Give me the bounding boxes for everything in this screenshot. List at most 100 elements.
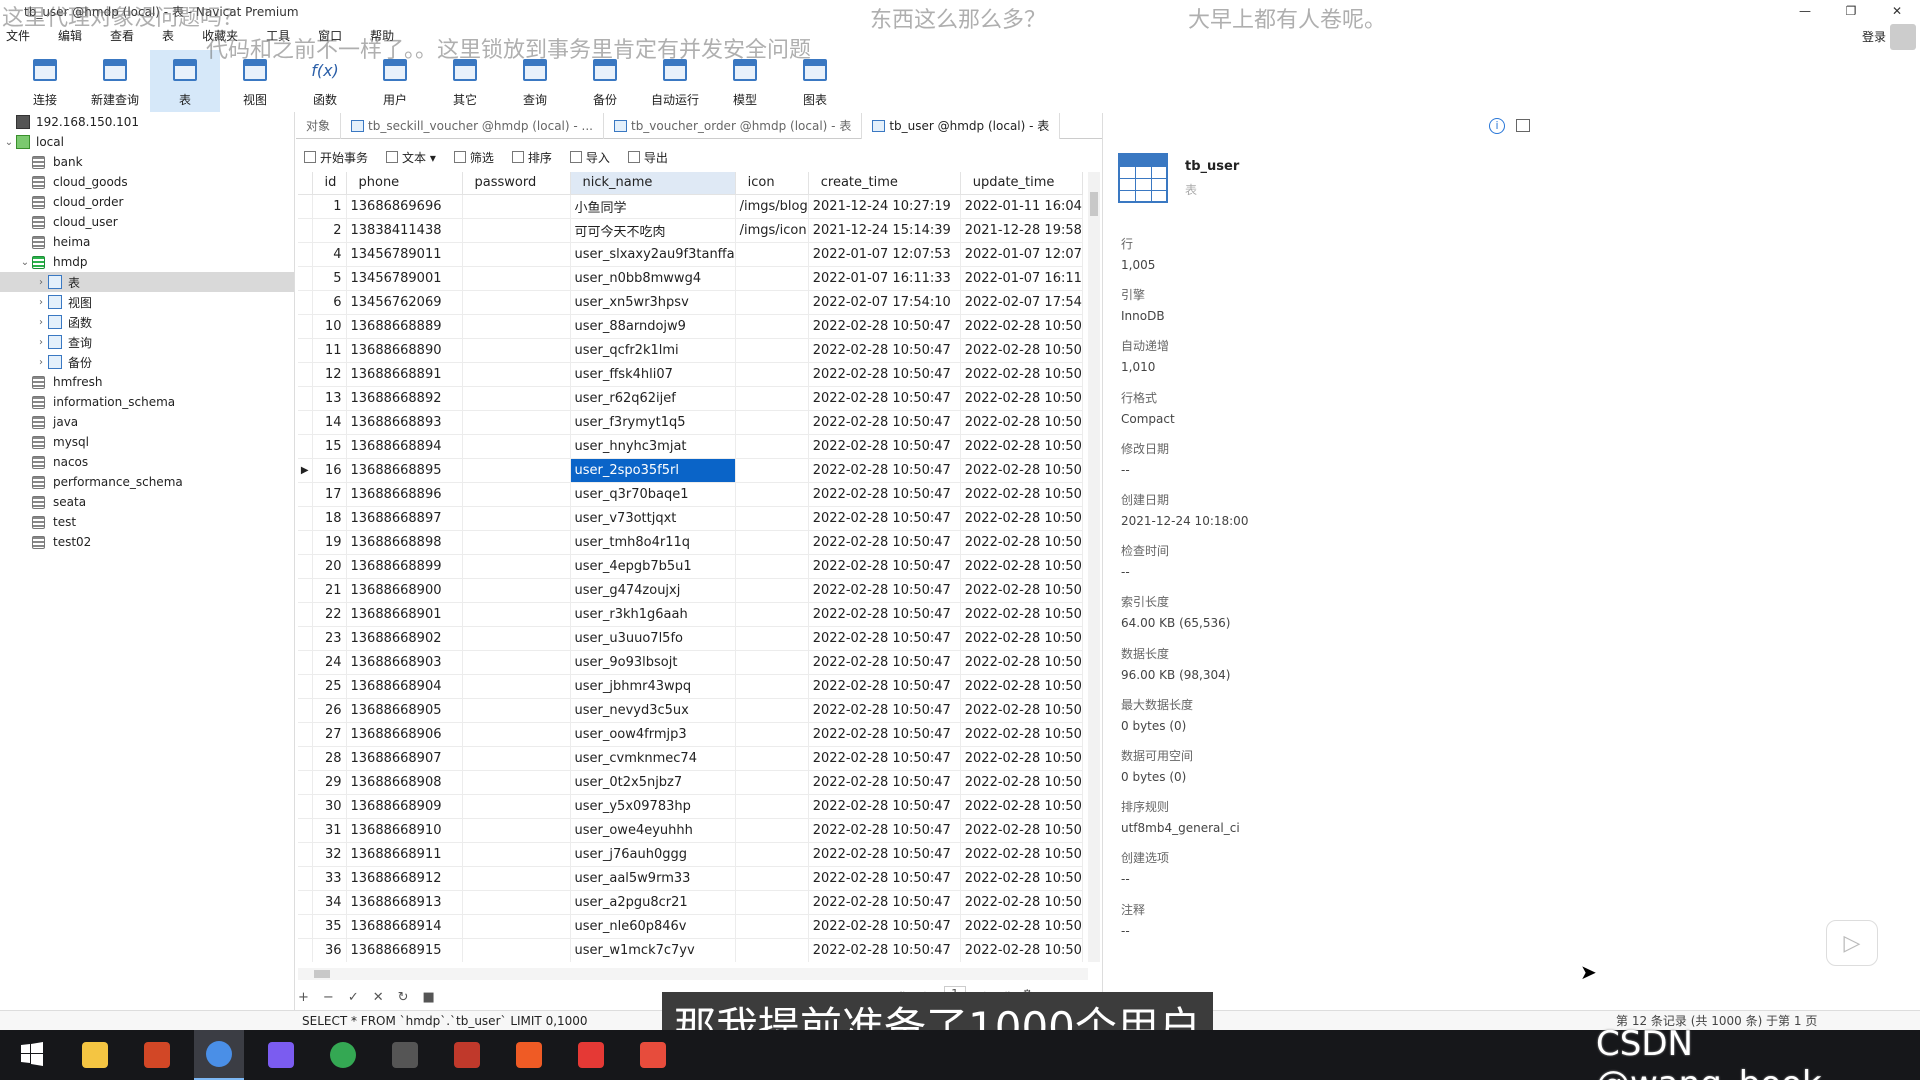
cell-nick_name[interactable]: user_n0bb8mwwg4 xyxy=(570,266,736,291)
table-row[interactable]: 6 13456762069 user_xn5wr3hpsv 2022-02-07 17… xyxy=(298,290,1083,315)
cell-update_time[interactable]: 2022-02-28 10:50 xyxy=(960,722,1083,747)
cell-id[interactable]: 36 xyxy=(312,938,347,962)
cell-create_time[interactable]: 2022-02-28 10:50:47 xyxy=(808,674,961,699)
cell-create_time[interactable]: 2022-01-07 12:07:53 xyxy=(808,242,961,267)
cell-icon[interactable] xyxy=(735,650,809,675)
cell-password[interactable] xyxy=(462,866,571,891)
table-row[interactable]: 4 13456789011 user_slxaxy2au9f3tanffa 2022-… xyxy=(298,242,1083,267)
cell-phone[interactable]: 13688668899 xyxy=(346,554,463,579)
table-row[interactable]: 35 13688668914 user_nle60p846v 2022-02-28 1… xyxy=(298,914,1083,939)
cell-password[interactable] xyxy=(462,482,571,507)
cell-create_time[interactable]: 2022-02-28 10:50:47 xyxy=(808,890,961,915)
toolbar-button-new-query[interactable]: 新建查询 xyxy=(80,50,150,112)
cell-nick_name[interactable]: user_9o93lbsojt xyxy=(570,650,736,675)
table-row[interactable]: 22 13688668901 user_r3kh1g6aah 2022-02-28 1… xyxy=(298,602,1083,627)
cell-icon[interactable] xyxy=(735,602,809,627)
cell-update_time[interactable]: 2022-02-28 10:50 xyxy=(960,674,1083,699)
cell-phone[interactable]: 13688668906 xyxy=(346,722,463,747)
tree-item-database[interactable]: nacos xyxy=(0,452,294,472)
table-row[interactable]: 1 13686869696 小鱼同学/imgs/blog 2021-12-24 10:… xyxy=(298,194,1083,219)
tree-item-database[interactable]: bank xyxy=(0,152,294,172)
cell-icon[interactable] xyxy=(735,818,809,843)
ddl-icon[interactable] xyxy=(1516,119,1530,132)
cell-id[interactable]: 19 xyxy=(312,530,347,555)
cell-id[interactable]: 22 xyxy=(312,602,347,627)
cell-update_time[interactable]: 2022-02-28 10:50 xyxy=(960,890,1083,915)
taskbar-chrome[interactable] xyxy=(318,1030,368,1080)
cell-icon[interactable] xyxy=(735,914,809,939)
cell-password[interactable] xyxy=(462,194,571,219)
cell-icon[interactable] xyxy=(735,554,809,579)
cell-id[interactable]: 26 xyxy=(312,698,347,723)
table-row[interactable]: 18 13688668897 user_v73ottjqxt 2022-02-28 1… xyxy=(298,506,1083,531)
vertical-scroll-thumb[interactable] xyxy=(1090,192,1098,216)
cell-create_time[interactable]: 2022-02-28 10:50:47 xyxy=(808,842,961,867)
cell-nick_name[interactable]: user_hnyhc3mjat xyxy=(570,434,736,459)
cell-icon[interactable] xyxy=(735,746,809,771)
cell-create_time[interactable]: 2022-02-28 10:50:47 xyxy=(808,434,961,459)
cell-password[interactable] xyxy=(462,650,571,675)
cell-create_time[interactable]: 2022-02-28 10:50:47 xyxy=(808,386,961,411)
cell-phone[interactable]: 13688668903 xyxy=(346,650,463,675)
column-header-id[interactable]: id xyxy=(312,172,347,195)
cell-nick_name[interactable]: user_slxaxy2au9f3tanffa xyxy=(570,242,736,267)
cell-phone[interactable]: 13688668912 xyxy=(346,866,463,891)
cell-password[interactable] xyxy=(462,290,571,315)
tree-item-database[interactable]: java xyxy=(0,412,294,432)
taskbar-redis-desktop[interactable] xyxy=(442,1030,492,1080)
cell-nick_name[interactable]: user_88arndojw9 xyxy=(570,314,736,339)
cell-nick_name[interactable]: user_f3rymyt1q5 xyxy=(570,410,736,435)
column-header-password[interactable]: password xyxy=(462,172,571,195)
cell-nick_name[interactable]: user_xn5wr3hpsv xyxy=(570,290,736,315)
user-avatar-icon[interactable] xyxy=(1890,24,1916,50)
cell-nick_name[interactable]: user_aal5w9rm33 xyxy=(570,866,736,891)
cell-icon[interactable] xyxy=(735,290,809,315)
cell-id[interactable]: 35 xyxy=(312,914,347,939)
cell-password[interactable] xyxy=(462,890,571,915)
horizontal-scrollbar[interactable] xyxy=(298,968,1088,980)
cell-phone[interactable]: 13688668902 xyxy=(346,626,463,651)
tree-item-database[interactable]: test xyxy=(0,512,294,532)
cell-phone[interactable]: 13688668913 xyxy=(346,890,463,915)
cell-update_time[interactable]: 2022-02-07 17:54 xyxy=(960,290,1083,315)
cell-password[interactable] xyxy=(462,842,571,867)
subtool-button-transaction[interactable]: 开始事务 xyxy=(304,149,368,166)
cell-update_time[interactable]: 2022-02-28 10:50 xyxy=(960,746,1083,771)
cell-icon[interactable] xyxy=(735,530,809,555)
cell-update_time[interactable]: 2022-02-28 10:50 xyxy=(960,938,1083,962)
cell-id[interactable]: 12 xyxy=(312,362,347,387)
cell-update_time[interactable]: 2022-02-28 10:50 xyxy=(960,362,1083,387)
cell-password[interactable] xyxy=(462,698,571,723)
cell-create_time[interactable]: 2022-02-28 10:50:47 xyxy=(808,554,961,579)
expand-arrow-icon[interactable]: ⌄ xyxy=(18,257,32,268)
cell-icon[interactable]: /imgs/icon xyxy=(735,218,809,243)
cell-phone[interactable]: 13688668895 xyxy=(346,458,463,483)
tree-item-database[interactable]: mysql xyxy=(0,432,294,452)
table-row[interactable]: 15 13688668894 user_hnyhc3mjat 2022-02-28 1… xyxy=(298,434,1083,459)
cell-icon[interactable] xyxy=(735,770,809,795)
tree-item-database[interactable]: seata xyxy=(0,492,294,512)
cell-nick_name[interactable]: user_cvmknmec74 xyxy=(570,746,736,771)
table-row[interactable]: 28 13688668907 user_cvmknmec74 2022-02-28 1… xyxy=(298,746,1083,771)
cell-icon[interactable]: /imgs/blog xyxy=(735,194,809,219)
column-header-phone[interactable]: phone xyxy=(346,172,463,195)
cell-nick_name[interactable]: user_4epgb7b5u1 xyxy=(570,554,736,579)
cell-id[interactable]: 5 xyxy=(312,266,347,291)
tab-3[interactable]: tb_user @hmdp (local) - 表 xyxy=(862,112,1061,139)
cell-icon[interactable] xyxy=(735,458,809,483)
cell-id[interactable]: 14 xyxy=(312,410,347,435)
cell-nick_name[interactable]: user_r3kh1g6aah xyxy=(570,602,736,627)
table-row[interactable]: 33 13688668912 user_aal5w9rm33 2022-02-28 1… xyxy=(298,866,1083,891)
table-row[interactable]: 29 13688668908 user_0t2x5njbz7 2022-02-28 1… xyxy=(298,770,1083,795)
cell-create_time[interactable]: 2022-02-28 10:50:47 xyxy=(808,506,961,531)
apply-button[interactable]: ✓ xyxy=(348,990,359,1005)
cell-create_time[interactable]: 2022-02-28 10:50:47 xyxy=(808,578,961,603)
cell-create_time[interactable]: 2022-02-07 17:54:10 xyxy=(808,290,961,315)
tree-item-node[interactable]: › 表 xyxy=(0,272,294,292)
cell-create_time[interactable]: 2022-01-07 16:11:33 xyxy=(808,266,961,291)
cell-update_time[interactable]: 2022-02-28 10:50 xyxy=(960,842,1083,867)
cell-nick_name[interactable]: 可可今天不吃肉 xyxy=(570,218,736,243)
subtool-button-export[interactable]: 导出 xyxy=(627,149,668,166)
cell-nick_name[interactable]: 小鱼同学 xyxy=(570,194,736,219)
table-row[interactable]: 11 13688668890 user_qcfr2k1lmi 2022-02-28 1… xyxy=(298,338,1083,363)
